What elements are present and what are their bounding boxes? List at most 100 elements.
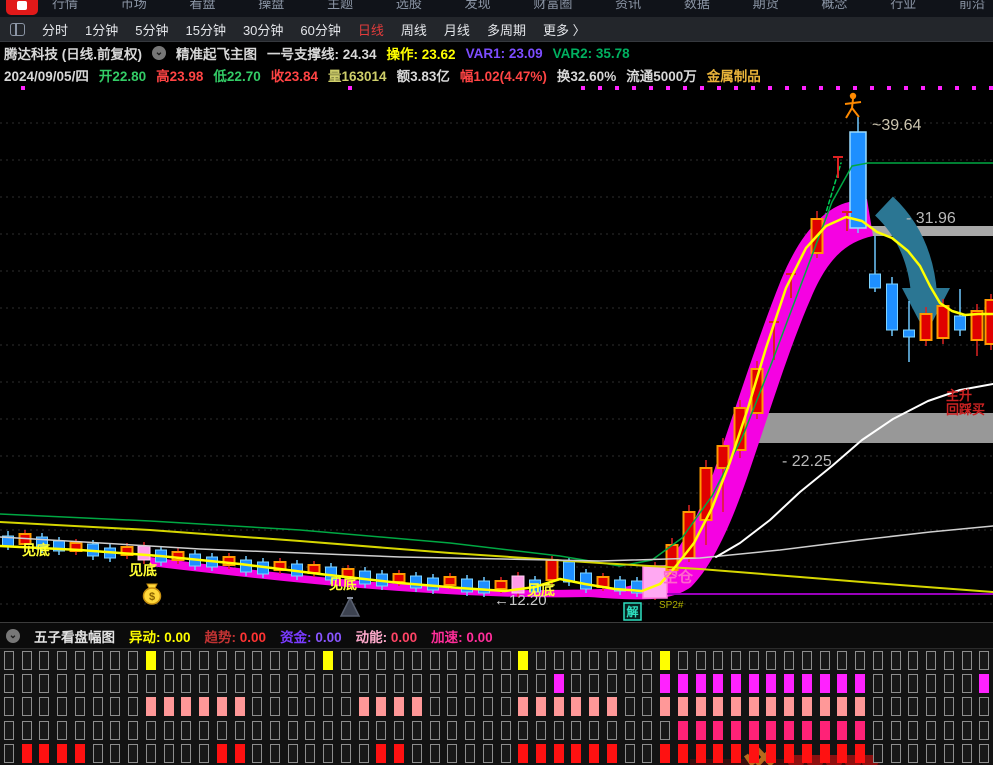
candlestick-chart-canvas[interactable]: $解~39.64- 31.96- 22.25←12.20见底见底见底见底空仓SP… — [0, 86, 993, 622]
menubar-item-1[interactable]: 市场 — [121, 0, 147, 12]
ohlc-segment-8: 换32.60% — [557, 65, 616, 85]
grid-cell-accel-54 — [962, 744, 972, 763]
grid-cell-funds-7 — [128, 697, 138, 716]
grid-cell-funds-39 — [696, 697, 706, 716]
candle-body — [904, 330, 915, 337]
grid-cell-abnormal-48 — [855, 651, 865, 670]
sub-field-3: 动能: 0.00 — [356, 626, 418, 646]
collapse-chevron-icon[interactable]: ⌄ — [6, 629, 20, 643]
candle-body — [445, 577, 456, 585]
main-chart[interactable]: $解~39.64- 31.96- 22.25←12.20见底见底见底见底空仓SP… — [0, 86, 993, 622]
ohlc-segment-10: 金属制品 — [707, 65, 761, 85]
grid-cell-abnormal-31 — [554, 651, 564, 670]
grid-cell-funds-52 — [926, 697, 936, 716]
period-tab-分时[interactable]: 分时 — [42, 20, 68, 39]
grid-cell-momentum-51 — [908, 721, 918, 740]
grid-cell-trend-10 — [181, 674, 191, 693]
menubar-item-8[interactable]: 资讯 — [615, 0, 641, 12]
period-tab-日线[interactable]: 日线 — [358, 20, 384, 39]
menubar-item-12[interactable]: 行业 — [890, 0, 916, 12]
grid-cell-funds-34 — [607, 697, 617, 716]
menubar-item-6[interactable]: 发现 — [465, 0, 491, 12]
grid-cell-momentum-49 — [873, 721, 883, 740]
period-tab-1分钟[interactable]: 1分钟 — [85, 20, 118, 39]
menubar-item-10[interactable]: 期货 — [753, 0, 779, 12]
grid-cell-abnormal-7 — [128, 651, 138, 670]
period-tab-多周期[interactable]: 多周期 — [487, 20, 526, 39]
sub-field-value: 0.00 — [391, 630, 417, 645]
period-tab-30分钟[interactable]: 30分钟 — [243, 20, 283, 39]
grid-cell-trend-4 — [75, 674, 85, 693]
grid-cell-abnormal-19 — [341, 651, 351, 670]
grid-cell-accel-10 — [181, 744, 191, 763]
grid-cell-abnormal-1 — [22, 651, 32, 670]
grid-cell-abnormal-6 — [110, 651, 120, 670]
candle-body — [887, 284, 898, 330]
grid-cell-trend-0 — [4, 674, 14, 693]
period-tab-60分钟[interactable]: 60分钟 — [300, 20, 340, 39]
menubar-item-5[interactable]: 选股 — [396, 0, 422, 12]
grid-cell-trend-51 — [908, 674, 918, 693]
layout-pane-icon[interactable] — [10, 23, 25, 36]
grid-cell-funds-41 — [731, 697, 741, 716]
grid-cell-funds-20 — [359, 697, 369, 716]
grid-cell-momentum-21 — [376, 721, 386, 740]
grid-cell-trend-45 — [802, 674, 812, 693]
sub-field-2: 资金: 0.00 — [280, 626, 342, 646]
grid-cell-momentum-27 — [483, 721, 493, 740]
grid-cell-accel-32 — [571, 744, 581, 763]
grid-cell-momentum-9 — [164, 721, 174, 740]
grid-cell-trend-9 — [164, 674, 174, 693]
period-tab-周线[interactable]: 周线 — [401, 20, 427, 39]
grid-cell-accel-49 — [873, 744, 883, 763]
candle-body — [428, 578, 439, 590]
grid-cell-abnormal-51 — [908, 651, 918, 670]
menubar: 行情 市场 看盘 操盘 主题 选股 发现 财富圈 资讯 数据 期货 概念 行业 前沿 — [0, 0, 993, 17]
period-tab-15分钟[interactable]: 15分钟 — [185, 20, 225, 39]
money-bag-icon: $ — [144, 584, 161, 604]
grid-cell-abnormal-53 — [944, 651, 954, 670]
menubar-item-2[interactable]: 看盘 — [190, 0, 216, 12]
menubar-item-3[interactable]: 操盘 — [258, 0, 284, 12]
grid-cell-funds-29 — [518, 697, 528, 716]
chart-labels: ~39.64- 31.96- 22.25←12.20见底见底见底见底空仓SP2#… — [22, 117, 985, 611]
menubar-item-0[interactable]: 行情 — [52, 0, 78, 12]
grid-cell-trend-46 — [820, 674, 830, 693]
period-tab-5分钟[interactable]: 5分钟 — [135, 20, 168, 39]
grid-cell-abnormal-43 — [766, 651, 776, 670]
grid-cell-accel-37 — [660, 744, 670, 763]
app-logo-icon[interactable] — [6, 0, 38, 15]
grid-cell-trend-52 — [926, 674, 936, 693]
grid-cell-momentum-8 — [146, 721, 156, 740]
grid-cell-funds-14 — [252, 697, 262, 716]
menubar-item-13[interactable]: 前沿 — [959, 0, 985, 12]
grid-cell-accel-8 — [146, 744, 156, 763]
grid-cell-trend-30 — [536, 674, 546, 693]
grid-cell-abnormal-54 — [962, 651, 972, 670]
menubar-item-4[interactable]: 主题 — [327, 0, 353, 12]
grid-cell-funds-4 — [75, 697, 85, 716]
grid-cell-funds-10 — [181, 697, 191, 716]
grid-cell-momentum-12 — [217, 721, 227, 740]
grid-cell-funds-12 — [217, 697, 227, 716]
grid-cell-trend-55 — [979, 674, 989, 693]
grid-cell-abnormal-32 — [571, 651, 581, 670]
menubar-item-11[interactable]: 概念 — [821, 0, 847, 12]
period-tab-更多 〉[interactable]: 更多 〉 — [543, 20, 586, 39]
menubar-item-7[interactable]: 财富圈 — [533, 0, 572, 12]
grid-cell-abnormal-33 — [589, 651, 599, 670]
grid-cell-accel-12 — [217, 744, 227, 763]
candle-body — [411, 576, 422, 588]
grid-cell-abnormal-14 — [252, 651, 262, 670]
grid-cell-funds-2 — [39, 697, 49, 716]
grid-cell-abnormal-3 — [57, 651, 67, 670]
grid-cell-abnormal-40 — [713, 651, 723, 670]
grid-cell-funds-36 — [642, 697, 652, 716]
menubar-item-9[interactable]: 数据 — [684, 0, 710, 12]
grid-cell-abnormal-36 — [642, 651, 652, 670]
candle-body — [581, 573, 592, 589]
period-tab-月线[interactable]: 月线 — [444, 20, 470, 39]
indicator-chevron-icon[interactable]: ⌄ — [152, 46, 166, 60]
signal-grid-panel[interactable] — [0, 648, 993, 765]
grid-cell-momentum-32 — [571, 721, 581, 740]
